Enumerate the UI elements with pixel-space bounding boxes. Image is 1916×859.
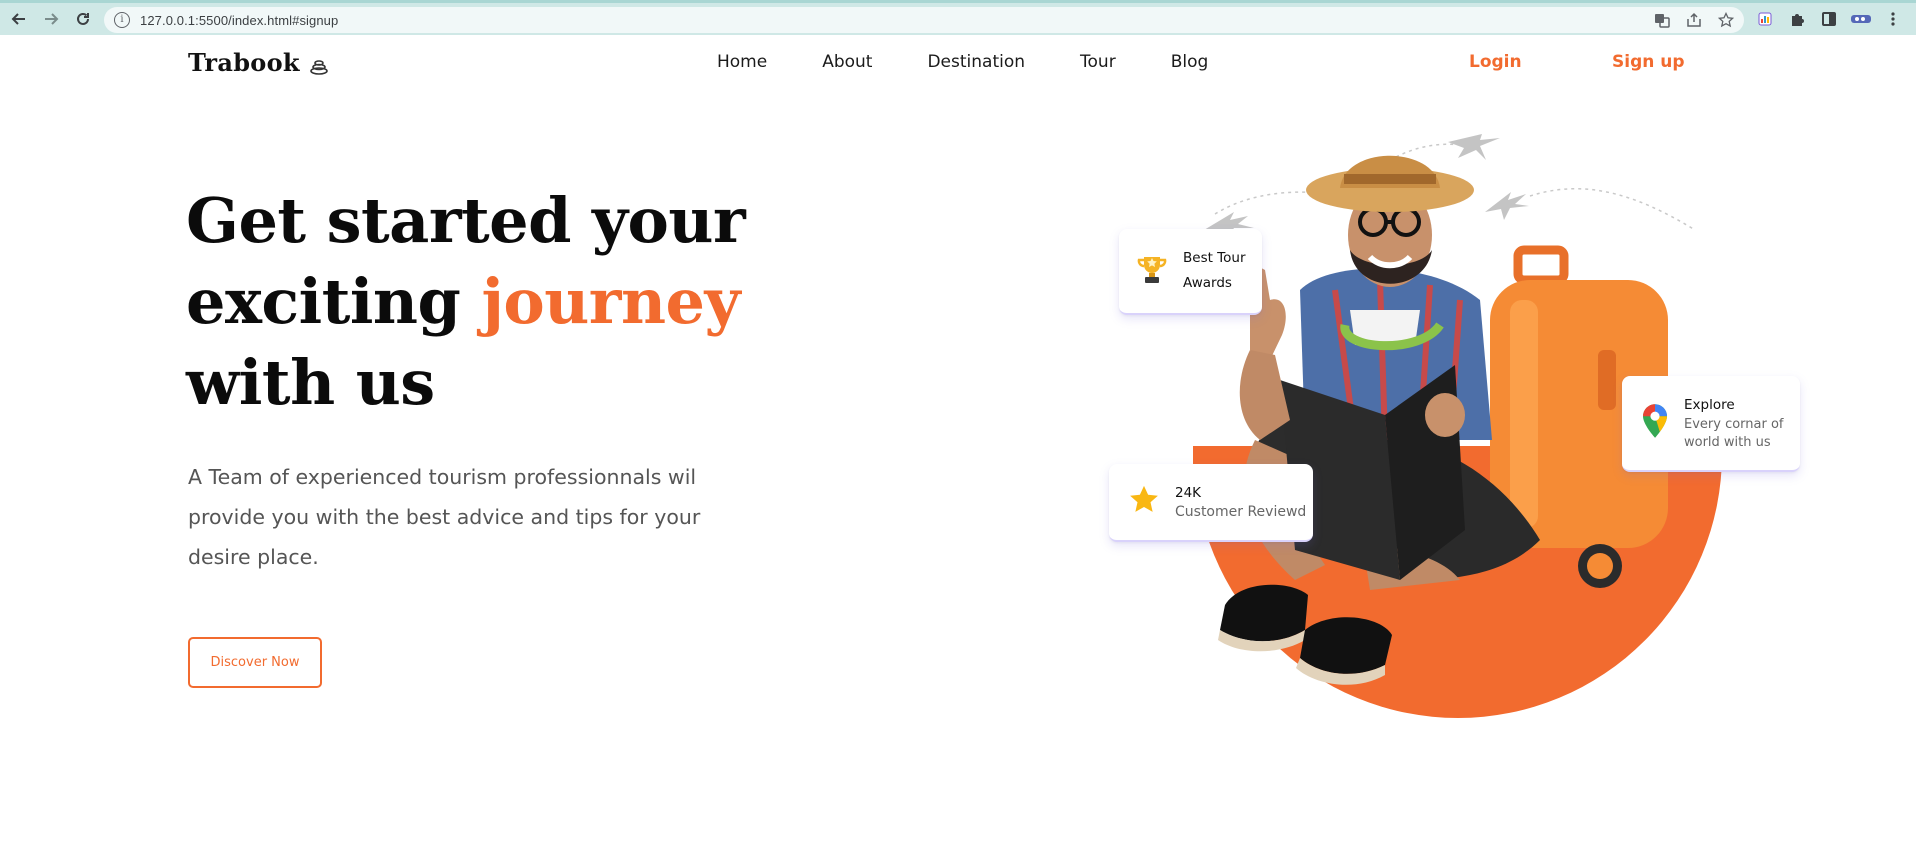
browser-nav-buttons: [4, 4, 100, 34]
hero-title-line1: Get started your: [186, 184, 746, 257]
forward-icon[interactable]: [36, 4, 66, 34]
nav-link-about[interactable]: About: [822, 52, 872, 72]
menu-icon[interactable]: [1880, 6, 1906, 32]
review-label: Customer Reviewd: [1175, 504, 1307, 520]
award-card: Best Tour Awards: [1119, 229, 1262, 315]
info-icon[interactable]: i: [114, 12, 130, 28]
main-nav: Home About Destination Tour Blog: [717, 52, 1263, 72]
profile-icon[interactable]: [1848, 6, 1874, 32]
nav-link-tour[interactable]: Tour: [1080, 52, 1116, 72]
extension-bar: [1752, 6, 1906, 32]
trophy-icon: [1135, 252, 1169, 290]
logo-text: Trabook: [188, 48, 300, 77]
map-pin-icon: [1640, 403, 1670, 443]
hero-title-accent: journey: [481, 265, 741, 338]
address-bar-actions: [1652, 10, 1736, 30]
review-card-text: 24K Customer Reviewd: [1175, 483, 1306, 521]
hero-title-line2-prefix: exciting: [186, 265, 461, 338]
discover-now-button[interactable]: Discover Now: [188, 637, 322, 688]
star-icon[interactable]: [1716, 10, 1736, 30]
share-icon[interactable]: [1684, 10, 1704, 30]
puzzle-icon[interactable]: [1784, 6, 1810, 32]
address-bar[interactable]: i 127.0.0.1:5500/index.html#signup: [104, 7, 1744, 33]
nav-link-destination[interactable]: Destination: [927, 52, 1025, 72]
site-navbar: Trabook Home About Destination Tour Blog…: [0, 35, 1916, 91]
explore-card-text: Explore Every cornar of world with us: [1684, 394, 1784, 452]
back-icon[interactable]: [4, 4, 34, 34]
hero-title: Get started your exciting journey with u…: [186, 180, 806, 423]
hero-description: A Team of experienced tourism profession…: [188, 465, 701, 569]
hero-title-line3: with us: [186, 346, 435, 419]
explore-subtitle-line2: world with us: [1684, 435, 1771, 450]
star-icon: [1127, 483, 1161, 521]
award-card-text: Best Tour Awards: [1183, 246, 1246, 296]
award-card-title-line1: Best Tour: [1183, 250, 1246, 266]
logo-icon: [309, 53, 329, 75]
explore-subtitle-line1: Every cornar of: [1684, 417, 1784, 432]
translate-icon[interactable]: [1652, 10, 1672, 30]
award-card-title-line2: Awards: [1183, 275, 1232, 291]
nav-link-blog[interactable]: Blog: [1171, 52, 1209, 72]
extension-icon[interactable]: [1752, 6, 1778, 32]
site-logo[interactable]: Trabook: [188, 48, 329, 77]
explore-card: Explore Every cornar of world with us: [1622, 376, 1800, 472]
sidepanel-icon[interactable]: [1816, 6, 1842, 32]
url-text[interactable]: 127.0.0.1:5500/index.html#signup: [140, 13, 338, 28]
nav-link-home[interactable]: Home: [717, 52, 767, 72]
login-link[interactable]: Login: [1469, 52, 1522, 72]
review-card: 24K Customer Reviewd: [1109, 464, 1313, 542]
reload-icon[interactable]: [68, 4, 98, 34]
browser-toolbar: i 127.0.0.1:5500/index.html#signup: [0, 0, 1916, 35]
explore-title: Explore: [1684, 397, 1735, 413]
review-count: 24K: [1175, 485, 1202, 501]
signup-link[interactable]: Sign up: [1612, 52, 1685, 72]
